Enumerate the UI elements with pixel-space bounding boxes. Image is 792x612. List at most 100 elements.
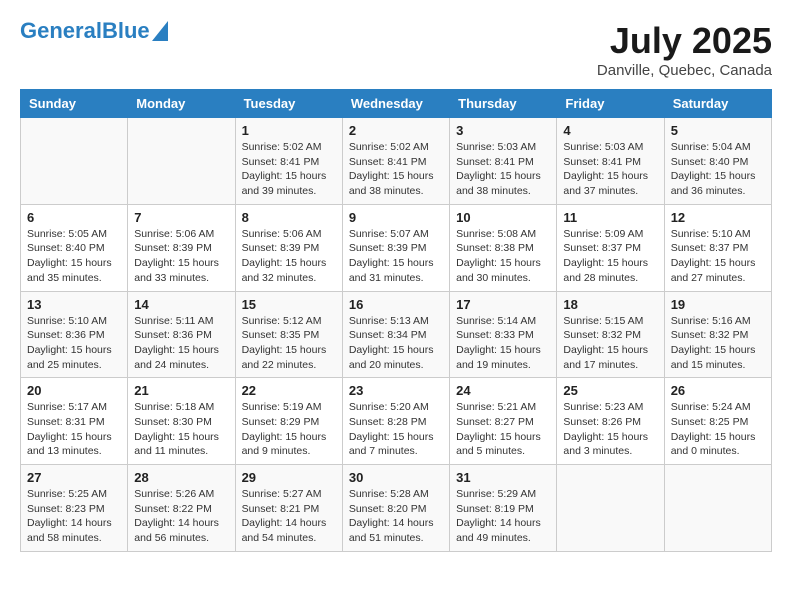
calendar-cell: 20Sunrise: 5:17 AM Sunset: 8:31 PM Dayli… bbox=[21, 378, 128, 465]
calendar-header-row: SundayMondayTuesdayWednesdayThursdayFrid… bbox=[21, 90, 772, 118]
calendar-cell: 6 Sunrise: 5:05 AM Sunset: 8:40 PM Daylig… bbox=[21, 204, 128, 291]
calendar-cell: 24 Sunrise: 5:21 AM Sunset: 8:27 PM Dayli… bbox=[450, 378, 557, 465]
day-info: Sunrise: 5:09 AM Sunset: 8:37 PM Dayligh… bbox=[563, 227, 657, 286]
month-title: July 2025 bbox=[597, 20, 772, 62]
weekday-header-saturday: Saturday bbox=[664, 90, 771, 118]
day-number: 14 bbox=[134, 297, 228, 312]
weekday-header-friday: Friday bbox=[557, 90, 664, 118]
calendar-cell: 30Sunrise: 5:28 AM Sunset: 8:20 PM Dayli… bbox=[342, 465, 449, 552]
day-number: 25 bbox=[563, 383, 657, 398]
day-number: 27 bbox=[27, 470, 121, 485]
day-info: Sunrise: 5:11 AM Sunset: 8:36 PM Dayligh… bbox=[134, 314, 228, 373]
day-info: Sunrise: 5:24 AM Sunset: 8:25 PM Dayligh… bbox=[671, 400, 765, 459]
calendar-cell: 22 Sunrise: 5:19 AM Sunset: 8:29 PM Dayli… bbox=[235, 378, 342, 465]
calendar-cell: 13Sunrise: 5:10 AM Sunset: 8:36 PM Dayli… bbox=[21, 291, 128, 378]
day-number: 10 bbox=[456, 210, 550, 225]
calendar-cell: 19 Sunrise: 5:16 AM Sunset: 8:32 PM Dayli… bbox=[664, 291, 771, 378]
calendar-cell bbox=[664, 465, 771, 552]
calendar-week-row: 6 Sunrise: 5:05 AM Sunset: 8:40 PM Daylig… bbox=[21, 204, 772, 291]
calendar-cell: 15 Sunrise: 5:12 AM Sunset: 8:35 PM Dayli… bbox=[235, 291, 342, 378]
logo-general: General bbox=[20, 18, 102, 43]
calendar-week-row: 13Sunrise: 5:10 AM Sunset: 8:36 PM Dayli… bbox=[21, 291, 772, 378]
day-info: Sunrise: 5:13 AM Sunset: 8:34 PM Dayligh… bbox=[349, 314, 443, 373]
calendar-cell: 14 Sunrise: 5:11 AM Sunset: 8:36 PM Dayli… bbox=[128, 291, 235, 378]
title-block: July 2025 Danville, Quebec, Canada bbox=[597, 20, 772, 79]
calendar-cell: 11 Sunrise: 5:09 AM Sunset: 8:37 PM Dayli… bbox=[557, 204, 664, 291]
day-info: Sunrise: 5:19 AM Sunset: 8:29 PM Dayligh… bbox=[242, 400, 336, 459]
calendar-cell: 3 Sunrise: 5:03 AM Sunset: 8:41 PM Daylig… bbox=[450, 118, 557, 205]
calendar-cell: 29 Sunrise: 5:27 AM Sunset: 8:21 PM Dayli… bbox=[235, 465, 342, 552]
day-info: Sunrise: 5:06 AM Sunset: 8:39 PM Dayligh… bbox=[242, 227, 336, 286]
weekday-header-sunday: Sunday bbox=[21, 90, 128, 118]
calendar-cell: 18 Sunrise: 5:15 AM Sunset: 8:32 PM Dayli… bbox=[557, 291, 664, 378]
calendar-cell: 16Sunrise: 5:13 AM Sunset: 8:34 PM Dayli… bbox=[342, 291, 449, 378]
day-number: 5 bbox=[671, 123, 765, 138]
calendar-cell: 1 Sunrise: 5:02 AM Sunset: 8:41 PM Daylig… bbox=[235, 118, 342, 205]
calendar-cell bbox=[21, 118, 128, 205]
day-info: Sunrise: 5:23 AM Sunset: 8:26 PM Dayligh… bbox=[563, 400, 657, 459]
calendar-cell: 23 Sunrise: 5:20 AM Sunset: 8:28 PM Dayli… bbox=[342, 378, 449, 465]
day-number: 12 bbox=[671, 210, 765, 225]
calendar-table: SundayMondayTuesdayWednesdayThursdayFrid… bbox=[20, 89, 772, 552]
calendar-cell: 5Sunrise: 5:04 AM Sunset: 8:40 PM Daylig… bbox=[664, 118, 771, 205]
weekday-header-thursday: Thursday bbox=[450, 90, 557, 118]
calendar-cell: 8 Sunrise: 5:06 AM Sunset: 8:39 PM Daylig… bbox=[235, 204, 342, 291]
day-number: 28 bbox=[134, 470, 228, 485]
day-number: 24 bbox=[456, 383, 550, 398]
calendar-cell bbox=[128, 118, 235, 205]
day-number: 13 bbox=[27, 297, 121, 312]
calendar-cell: 28 Sunrise: 5:26 AM Sunset: 8:22 PM Dayli… bbox=[128, 465, 235, 552]
day-info: Sunrise: 5:29 AM Sunset: 8:19 PM Dayligh… bbox=[456, 487, 550, 546]
day-info: Sunrise: 5:07 AM Sunset: 8:39 PM Dayligh… bbox=[349, 227, 443, 286]
day-number: 6 bbox=[27, 210, 121, 225]
day-info: Sunrise: 5:12 AM Sunset: 8:35 PM Dayligh… bbox=[242, 314, 336, 373]
day-info: Sunrise: 5:03 AM Sunset: 8:41 PM Dayligh… bbox=[456, 140, 550, 199]
day-number: 11 bbox=[563, 210, 657, 225]
day-info: Sunrise: 5:02 AM Sunset: 8:41 PM Dayligh… bbox=[242, 140, 336, 199]
day-number: 17 bbox=[456, 297, 550, 312]
location: Danville, Quebec, Canada bbox=[597, 62, 772, 79]
day-number: 18 bbox=[563, 297, 657, 312]
calendar-cell: 31 Sunrise: 5:29 AM Sunset: 8:19 PM Dayli… bbox=[450, 465, 557, 552]
calendar-cell: 21 Sunrise: 5:18 AM Sunset: 8:30 PM Dayli… bbox=[128, 378, 235, 465]
day-number: 4 bbox=[563, 123, 657, 138]
day-info: Sunrise: 5:28 AM Sunset: 8:20 PM Dayligh… bbox=[349, 487, 443, 546]
day-info: Sunrise: 5:10 AM Sunset: 8:37 PM Dayligh… bbox=[671, 227, 765, 286]
logo-text: GeneralBlue bbox=[20, 20, 150, 42]
day-info: Sunrise: 5:21 AM Sunset: 8:27 PM Dayligh… bbox=[456, 400, 550, 459]
calendar-cell: 4Sunrise: 5:03 AM Sunset: 8:41 PM Daylig… bbox=[557, 118, 664, 205]
day-info: Sunrise: 5:16 AM Sunset: 8:32 PM Dayligh… bbox=[671, 314, 765, 373]
page-header: GeneralBlue July 2025 Danville, Quebec, … bbox=[20, 20, 772, 79]
day-number: 3 bbox=[456, 123, 550, 138]
day-number: 22 bbox=[242, 383, 336, 398]
day-number: 31 bbox=[456, 470, 550, 485]
day-info: Sunrise: 5:14 AM Sunset: 8:33 PM Dayligh… bbox=[456, 314, 550, 373]
day-info: Sunrise: 5:20 AM Sunset: 8:28 PM Dayligh… bbox=[349, 400, 443, 459]
day-info: Sunrise: 5:18 AM Sunset: 8:30 PM Dayligh… bbox=[134, 400, 228, 459]
calendar-week-row: 1 Sunrise: 5:02 AM Sunset: 8:41 PM Daylig… bbox=[21, 118, 772, 205]
day-info: Sunrise: 5:05 AM Sunset: 8:40 PM Dayligh… bbox=[27, 227, 121, 286]
day-number: 8 bbox=[242, 210, 336, 225]
day-info: Sunrise: 5:25 AM Sunset: 8:23 PM Dayligh… bbox=[27, 487, 121, 546]
day-number: 19 bbox=[671, 297, 765, 312]
day-number: 23 bbox=[349, 383, 443, 398]
day-number: 29 bbox=[242, 470, 336, 485]
day-number: 1 bbox=[242, 123, 336, 138]
day-info: Sunrise: 5:26 AM Sunset: 8:22 PM Dayligh… bbox=[134, 487, 228, 546]
calendar-cell: 17 Sunrise: 5:14 AM Sunset: 8:33 PM Dayli… bbox=[450, 291, 557, 378]
calendar-cell: 10 Sunrise: 5:08 AM Sunset: 8:38 PM Dayli… bbox=[450, 204, 557, 291]
day-info: Sunrise: 5:02 AM Sunset: 8:41 PM Dayligh… bbox=[349, 140, 443, 199]
day-info: Sunrise: 5:15 AM Sunset: 8:32 PM Dayligh… bbox=[563, 314, 657, 373]
day-info: Sunrise: 5:27 AM Sunset: 8:21 PM Dayligh… bbox=[242, 487, 336, 546]
day-info: Sunrise: 5:08 AM Sunset: 8:38 PM Dayligh… bbox=[456, 227, 550, 286]
logo-blue: Blue bbox=[102, 18, 150, 43]
calendar-cell: 25 Sunrise: 5:23 AM Sunset: 8:26 PM Dayli… bbox=[557, 378, 664, 465]
weekday-header-wednesday: Wednesday bbox=[342, 90, 449, 118]
calendar-cell: 12 Sunrise: 5:10 AM Sunset: 8:37 PM Dayli… bbox=[664, 204, 771, 291]
calendar-cell: 9Sunrise: 5:07 AM Sunset: 8:39 PM Daylig… bbox=[342, 204, 449, 291]
day-number: 2 bbox=[349, 123, 443, 138]
calendar-week-row: 27 Sunrise: 5:25 AM Sunset: 8:23 PM Dayli… bbox=[21, 465, 772, 552]
day-info: Sunrise: 5:06 AM Sunset: 8:39 PM Dayligh… bbox=[134, 227, 228, 286]
day-number: 21 bbox=[134, 383, 228, 398]
day-number: 15 bbox=[242, 297, 336, 312]
